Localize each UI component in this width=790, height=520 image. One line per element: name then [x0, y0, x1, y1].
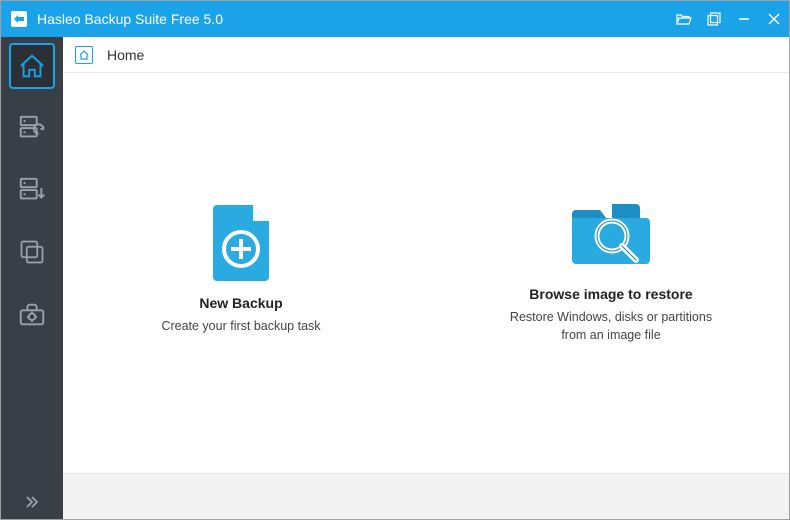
new-backup-title: New Backup: [199, 295, 282, 311]
sidebar-item-tools[interactable]: [9, 291, 55, 337]
home-icon: [17, 51, 47, 81]
server-refresh-icon: [17, 113, 47, 143]
clone-icon: [18, 238, 46, 266]
server-down-icon: [17, 175, 47, 205]
close-button[interactable]: [759, 1, 789, 37]
window-copy-icon: [707, 12, 721, 26]
new-backup-card[interactable]: New Backup Create your first backup task: [126, 191, 356, 335]
sidebar-item-system-backup[interactable]: [9, 105, 55, 151]
chevron-right-double-icon: [24, 494, 40, 510]
app-logo-icon: [9, 9, 29, 29]
app-title: Hasleo Backup Suite Free 5.0: [37, 11, 223, 27]
window-copy-button[interactable]: [699, 1, 729, 37]
breadcrumb-home-icon[interactable]: [75, 46, 93, 64]
minimize-button[interactable]: [729, 1, 759, 37]
folder-open-icon: [676, 12, 692, 26]
browse-restore-title: Browse image to restore: [529, 286, 692, 302]
browse-restore-card[interactable]: Browse image to restore Restore Windows,…: [496, 182, 726, 344]
content-area: New Backup Create your first backup task: [63, 73, 789, 473]
breadcrumb-bar: Home: [63, 37, 789, 73]
new-backup-icon: [209, 191, 273, 281]
main-area: Home New Backup Create your first backup…: [63, 37, 789, 519]
minimize-icon: [738, 13, 750, 25]
folder-open-button[interactable]: [669, 1, 699, 37]
new-backup-desc: Create your first backup task: [161, 317, 320, 335]
sidebar-item-home[interactable]: [9, 43, 55, 89]
sidebar: [1, 37, 63, 519]
close-icon: [768, 13, 780, 25]
toolbox-icon: [17, 299, 47, 329]
sidebar-expand-button[interactable]: [1, 485, 63, 519]
titlebar: Hasleo Backup Suite Free 5.0: [1, 1, 789, 37]
browse-restore-icon: [566, 182, 656, 272]
breadcrumb-label: Home: [107, 47, 144, 63]
sidebar-item-clone[interactable]: [9, 229, 55, 275]
home-small-icon: [78, 49, 90, 61]
browse-restore-desc: Restore Windows, disks or partitions fro…: [496, 308, 726, 344]
status-bar: [63, 473, 789, 519]
sidebar-item-disk-backup[interactable]: [9, 167, 55, 213]
